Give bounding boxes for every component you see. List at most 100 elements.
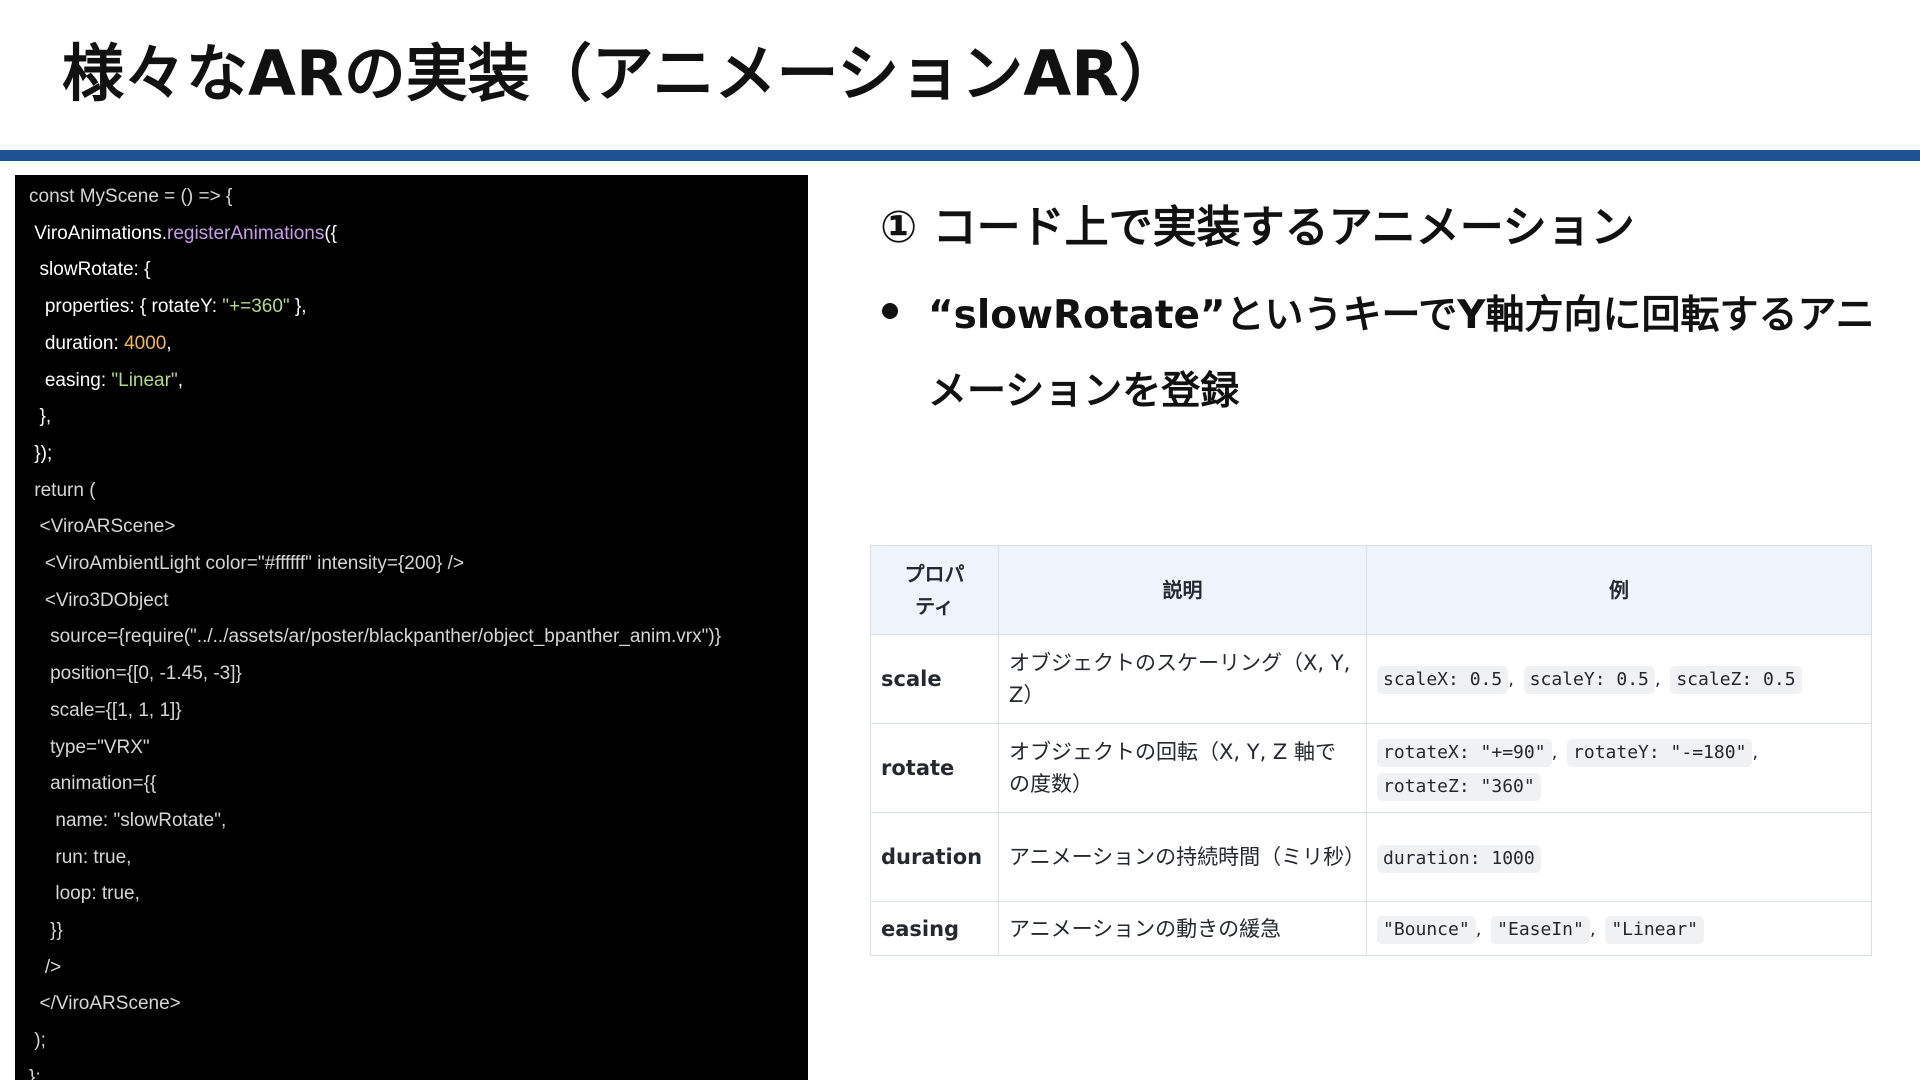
table-row: scale オブジェクトのスケーリング（X, Y, Z） scaleX: 0.5, … <box>870 634 1872 724</box>
description-cell: アニメーションの動きの緩急 <box>998 901 1367 956</box>
code-token: const MyScene = () => { <box>29 186 233 207</box>
example-code-chip: rotateY: "-=180" <box>1567 739 1753 767</box>
description-cell: アニメーションの持続時間（ミリ秒） <box>998 812 1367 902</box>
table-row: rotate オブジェクトの回転（X, Y, Z 軸での度数） rotateX: "… <box>870 723 1872 813</box>
example-separator: , <box>1475 918 1488 940</box>
code-token: <ViroAmbientLight color="#ffffff" intens… <box>29 553 464 574</box>
slide: 様々なARの実装（アニメーションAR） const MyScene = () =… <box>0 0 1920 1080</box>
code-line: const MyScene = () => { <box>29 179 232 215</box>
title-divider <box>0 150 1920 161</box>
property-name-cell: duration <box>870 812 999 902</box>
example-cell: rotateX: "+=90", rotateY: "-=180", rotat… <box>1366 723 1872 813</box>
example-code-chip: "EaseIn" <box>1491 915 1590 944</box>
section-heading: ① コード上で実装するアニメーション <box>880 202 1635 253</box>
code-line: easing: "Linear", <box>29 363 183 399</box>
code-token: loop: true, <box>29 883 140 905</box>
example-code-chip: scaleZ: 0.5 <box>1670 666 1802 694</box>
code-line: source={require("../../assets/ar/poster/… <box>29 619 721 655</box>
code-token: type="VRX" <box>29 736 150 758</box>
description-cell: オブジェクトのスケーリング（X, Y, Z） <box>998 634 1367 724</box>
code-panel: const MyScene = () => { ViroAnimations.r… <box>15 175 808 1080</box>
code-token: 4000 <box>124 332 167 354</box>
example-code-chip: duration: 1000 <box>1377 845 1541 873</box>
code-token: easing: <box>29 369 112 391</box>
description-cell: オブジェクトの回転（X, Y, Z 軸での度数） <box>998 723 1367 813</box>
code-token: , <box>166 332 172 354</box>
code-line: }} <box>29 913 63 949</box>
code-line: properties: { rotateY: "+=360" }, <box>29 289 307 325</box>
table-row: duration アニメーションの持続時間（ミリ秒） duration: 1000 <box>870 812 1872 902</box>
code-line: animation={{ <box>29 766 156 802</box>
code-token: position={[0, -1.45, -3]} <box>29 663 242 685</box>
code-token: }; <box>29 1066 41 1080</box>
code-line: ViroAnimations.registerAnimations({ <box>29 216 337 252</box>
code-line: type="VRX" <box>29 730 150 766</box>
example-separator: , <box>1589 918 1602 940</box>
code-line: loop: true, <box>29 876 140 912</box>
code-token: }, <box>29 406 52 428</box>
code-token: slowRotate: { <box>29 259 151 281</box>
code-line: <ViroARScene> <box>29 509 176 545</box>
example-code-chip: rotateZ: "360" <box>1377 773 1541 801</box>
example-separator: , <box>1551 742 1564 763</box>
header-description: 説明 <box>998 545 1367 635</box>
code-line: run: true, <box>29 840 131 876</box>
code-line: <ViroAmbientLight color="#ffffff" intens… <box>29 546 464 582</box>
code-token: return ( <box>29 479 96 501</box>
code-token: }} <box>29 920 63 941</box>
code-line: <Viro3DObject <box>29 583 169 619</box>
code-token: registerAnimations <box>167 222 325 244</box>
code-line: </ViroARScene> <box>29 986 181 1022</box>
example-separator: , <box>1752 742 1759 763</box>
code-line: ); <box>29 1023 46 1059</box>
example-code-chip: "Bounce" <box>1377 915 1476 944</box>
code-line: position={[0, -1.45, -3]} <box>29 656 242 692</box>
example-separator: , <box>1654 669 1667 690</box>
code-token: animation={{ <box>29 773 157 795</box>
code-line: /> <box>29 950 61 986</box>
example-code-chip: rotateX: "+=90" <box>1377 739 1552 767</box>
code-token: properties: { rotateY: <box>29 296 223 318</box>
property-name-cell: easing <box>870 901 999 956</box>
table-row: easing アニメーションの動きの緩急 "Bounce", "EaseIn", "… <box>870 901 1872 956</box>
code-line: slowRotate: { <box>29 252 151 288</box>
code-token: <ViroARScene> <box>29 516 176 538</box>
code-token: ({ <box>324 222 338 244</box>
code-token: }, <box>289 296 307 318</box>
code-token: duration: <box>29 332 125 354</box>
code-token: run: true, <box>29 846 132 868</box>
table-header-row: プロパ ティ 説明 例 <box>870 545 1872 635</box>
bullet-dot <box>882 303 898 319</box>
code-token: name: "slowRotate", <box>29 809 227 831</box>
code-line: return ( <box>29 473 96 509</box>
bullet-text-line-2: メーションを登録 <box>928 369 1240 414</box>
header-property-label: プロパ ティ <box>904 562 965 618</box>
example-cell: duration: 1000 <box>1366 812 1872 902</box>
code-token: scale={[1, 1, 1]} <box>29 699 182 721</box>
example-code-chip: scaleX: 0.5 <box>1377 666 1509 694</box>
code-token: source={require("../../assets/ar/poster/… <box>29 626 722 648</box>
code-line: }); <box>29 436 52 472</box>
header-example: 例 <box>1366 545 1872 635</box>
code-token: "+=360" <box>222 296 290 318</box>
slide-title: 様々なARの実装（アニメーションAR） <box>62 37 1181 110</box>
code-token: "Linear" <box>111 369 178 391</box>
code-line: }; <box>29 1060 41 1080</box>
code-line: duration: 4000, <box>29 326 172 362</box>
property-table: プロパ ティ 説明 例 scale オブジェクトのスケーリング（X, Y, Z） s… <box>870 545 1872 956</box>
example-code-chip: scaleY: 0.5 <box>1523 666 1655 694</box>
code-token: , <box>177 369 183 391</box>
code-token: ViroAnimations. <box>29 222 167 244</box>
example-code-chip: "Linear" <box>1605 915 1705 944</box>
bullet-text-line-1: “slowRotate”というキーでY軸方向に回転するアニ <box>928 293 1875 338</box>
code-token: <Viro3DObject <box>29 589 169 611</box>
code-line: name: "slowRotate", <box>29 803 226 839</box>
header-property: プロパ ティ <box>870 545 999 635</box>
code-line: }, <box>29 399 52 435</box>
example-cell: "Bounce", "EaseIn", "Linear" <box>1366 901 1872 956</box>
property-name-cell: rotate <box>870 723 999 813</box>
code-token: /> <box>29 956 62 978</box>
code-token: ); <box>29 1030 46 1052</box>
code-line: scale={[1, 1, 1]} <box>29 693 182 729</box>
example-cell: scaleX: 0.5, scaleY: 0.5, scaleZ: 0.5 <box>1366 634 1872 724</box>
